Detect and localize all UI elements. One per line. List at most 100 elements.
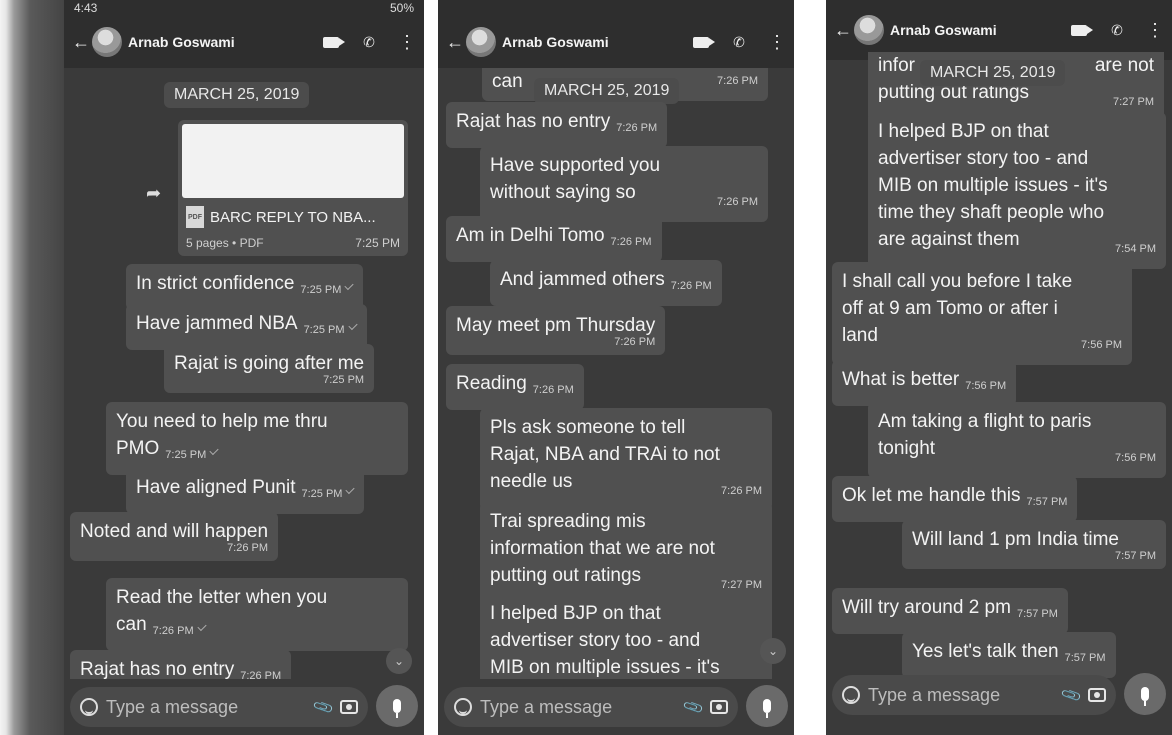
scroll-down-button[interactable]: ⌄ bbox=[760, 638, 786, 664]
message-text: Ok let me handle this bbox=[842, 485, 1021, 506]
message-input-bar[interactable]: Type a message 📎 bbox=[832, 675, 1116, 715]
message-list[interactable]: infor are not putting out ratings 7:27 PM… bbox=[826, 52, 1172, 679]
incoming-message[interactable]: Rajat has no entry 7:26 PM bbox=[446, 102, 668, 148]
message-time: 7:56 PM bbox=[965, 380, 1007, 392]
outgoing-message[interactable]: I helped BJP on that advertiser story to… bbox=[868, 112, 1166, 269]
chat-header: ← Arnab Goswami ✆ ⋮ bbox=[64, 16, 424, 68]
video-call-icon[interactable] bbox=[692, 33, 715, 51]
voice-message-button[interactable] bbox=[746, 685, 788, 727]
back-arrow-icon[interactable]: ← bbox=[834, 20, 852, 41]
more-options-icon[interactable]: ⋮ bbox=[768, 33, 786, 51]
message-text: Reading bbox=[456, 373, 527, 394]
chat-header: ← Arnab Goswami ✆ ⋮ bbox=[826, 0, 1172, 60]
incoming-message[interactable]: What is better 7:56 PM bbox=[832, 360, 1017, 406]
phone-icon[interactable]: ✆ bbox=[730, 33, 748, 51]
contact-name[interactable]: Arnab Goswami bbox=[890, 22, 1050, 38]
camera-icon[interactable] bbox=[340, 700, 358, 714]
message-input[interactable]: Type a message bbox=[106, 697, 307, 718]
message-input[interactable]: Type a message bbox=[480, 697, 677, 718]
attach-icon[interactable]: 📎 bbox=[1059, 683, 1083, 706]
attach-icon[interactable]: 📎 bbox=[311, 695, 335, 718]
message-time: 7:57 PM bbox=[1064, 652, 1106, 664]
more-options-icon[interactable]: ⋮ bbox=[1146, 21, 1164, 39]
message-text: I shall call you before I take off at 9 … bbox=[842, 271, 1073, 346]
outgoing-message[interactable]: I helped BJP on that advertiser story to… bbox=[480, 594, 772, 679]
message-time: 7:25 PM bbox=[165, 449, 207, 461]
message-text: And jammed others bbox=[500, 269, 665, 290]
incoming-message[interactable]: Will try around 2 pm 7:57 PM bbox=[832, 588, 1068, 634]
message-list[interactable]: MARCH 25, 2019 ➦ PDF BARC REPLY TO NBA..… bbox=[64, 68, 424, 679]
pdf-icon: PDF bbox=[186, 206, 204, 228]
message-time: 7:54 PM bbox=[1115, 243, 1156, 255]
contact-name[interactable]: Arnab Goswami bbox=[502, 34, 672, 50]
forward-icon[interactable]: ➦ bbox=[146, 183, 161, 204]
message-time: 7:26 PM bbox=[227, 542, 269, 554]
message-time: 7:57 PM bbox=[1026, 496, 1068, 508]
avatar[interactable] bbox=[466, 27, 496, 57]
message-list[interactable]: can 7:26 PM MARCH 25, 2019 Rajat has no e… bbox=[438, 68, 794, 679]
emoji-icon[interactable] bbox=[80, 698, 98, 716]
avatar[interactable] bbox=[92, 27, 122, 57]
document-meta: 5 pages • PDF bbox=[186, 236, 264, 250]
contact-name[interactable]: Arnab Goswami bbox=[128, 34, 302, 50]
incoming-message[interactable]: Am in Delhi Tomo 7:26 PM bbox=[446, 216, 662, 262]
video-call-icon[interactable] bbox=[1070, 21, 1093, 39]
camera-icon[interactable] bbox=[710, 700, 728, 714]
outgoing-message[interactable]: Will land 1 pm India time 7:57 PM bbox=[902, 520, 1166, 569]
chat-screenshot-2: ← Arnab Goswami ✆ ⋮ can 7:26 PM MARCH 25,… bbox=[438, 0, 794, 735]
outgoing-message[interactable]: And jammed others 7:26 PM bbox=[490, 260, 722, 306]
outgoing-message[interactable]: Have supported you without saying so 7:26… bbox=[480, 146, 768, 222]
back-arrow-icon[interactable]: ← bbox=[446, 32, 464, 53]
message-text: can bbox=[492, 71, 523, 92]
message-text: Am in Delhi Tomo bbox=[456, 225, 605, 246]
message-time: 7:25 PM bbox=[303, 324, 345, 336]
incoming-message[interactable]: Reading 7:26 PM bbox=[446, 364, 584, 410]
avatar[interactable] bbox=[854, 15, 884, 45]
mic-icon bbox=[393, 699, 401, 718]
mic-icon bbox=[1141, 687, 1149, 706]
phone-icon[interactable]: ✆ bbox=[360, 33, 378, 51]
outgoing-message[interactable]: Trai spreading mis information that we a… bbox=[480, 502, 772, 605]
battery-level: 50% bbox=[389, 1, 414, 15]
message-text: Rajat is going after me bbox=[174, 353, 365, 374]
outgoing-message[interactable]: Read the letter when you can 7:26 PM bbox=[106, 578, 408, 651]
voice-message-button[interactable] bbox=[1124, 673, 1166, 715]
message-time: 7:26 PM bbox=[717, 196, 758, 208]
message-input-bar[interactable]: Type a message 📎 bbox=[444, 687, 738, 727]
message-time: 7:26 PM bbox=[616, 122, 658, 134]
voice-message-button[interactable] bbox=[376, 685, 418, 727]
outgoing-message[interactable]: You need to help me thru PMO 7:25 PM bbox=[106, 402, 408, 475]
message-text: Yes let's talk then bbox=[912, 641, 1059, 662]
incoming-message[interactable]: May meet pm Thursday 7:26 PM bbox=[446, 306, 666, 355]
video-call-icon[interactable] bbox=[322, 33, 345, 51]
date-separator: MARCH 25, 2019 bbox=[164, 82, 310, 108]
message-text: May meet pm Thursday bbox=[456, 315, 656, 336]
attach-icon[interactable]: 📎 bbox=[681, 695, 705, 718]
message-input-bar[interactable]: Type a message 📎 bbox=[70, 687, 368, 727]
message-time: 7:26 PM bbox=[721, 485, 762, 497]
incoming-message[interactable]: Noted and will happen 7:26 PM bbox=[70, 512, 279, 561]
message-text: You need to help me thru PMO bbox=[116, 411, 328, 459]
back-arrow-icon[interactable]: ← bbox=[72, 32, 90, 53]
incoming-message[interactable]: I shall call you before I take off at 9 … bbox=[832, 262, 1132, 365]
mic-icon bbox=[763, 699, 771, 718]
outgoing-message[interactable]: Pls ask someone to tell Rajat, NBA and T… bbox=[480, 408, 772, 511]
emoji-icon[interactable] bbox=[454, 698, 472, 716]
outgoing-message[interactable]: Have aligned Punit 7:25 PM bbox=[126, 468, 365, 514]
incoming-message[interactable]: Ok let me handle this 7:57 PM bbox=[832, 476, 1078, 522]
message-input[interactable]: Type a message bbox=[868, 685, 1055, 706]
emoji-icon[interactable] bbox=[842, 686, 860, 704]
message-time: 7:25 PM bbox=[300, 284, 342, 296]
incoming-message[interactable]: Rajat has no entry 7:26 PM bbox=[70, 650, 292, 679]
message-text: I helped BJP on that advertiser story to… bbox=[490, 603, 720, 678]
more-options-icon[interactable]: ⋮ bbox=[398, 33, 416, 51]
outgoing-message[interactable]: Am taking a flight to paris tonight 7:56 … bbox=[868, 402, 1166, 478]
document-name: BARC REPLY TO NBA... bbox=[210, 208, 376, 226]
outgoing-message[interactable]: Yes let's talk then 7:57 PM bbox=[902, 632, 1116, 678]
document-message[interactable]: PDF BARC REPLY TO NBA... 5 pages • PDF 7… bbox=[178, 120, 408, 256]
phone-icon[interactable]: ✆ bbox=[1108, 21, 1126, 39]
camera-icon[interactable] bbox=[1088, 688, 1106, 702]
message-text: Have aligned Punit bbox=[136, 477, 296, 498]
scroll-down-button[interactable]: ⌄ bbox=[386, 648, 412, 674]
outgoing-message[interactable]: Rajat is going after me 7:25 PM bbox=[164, 344, 375, 393]
